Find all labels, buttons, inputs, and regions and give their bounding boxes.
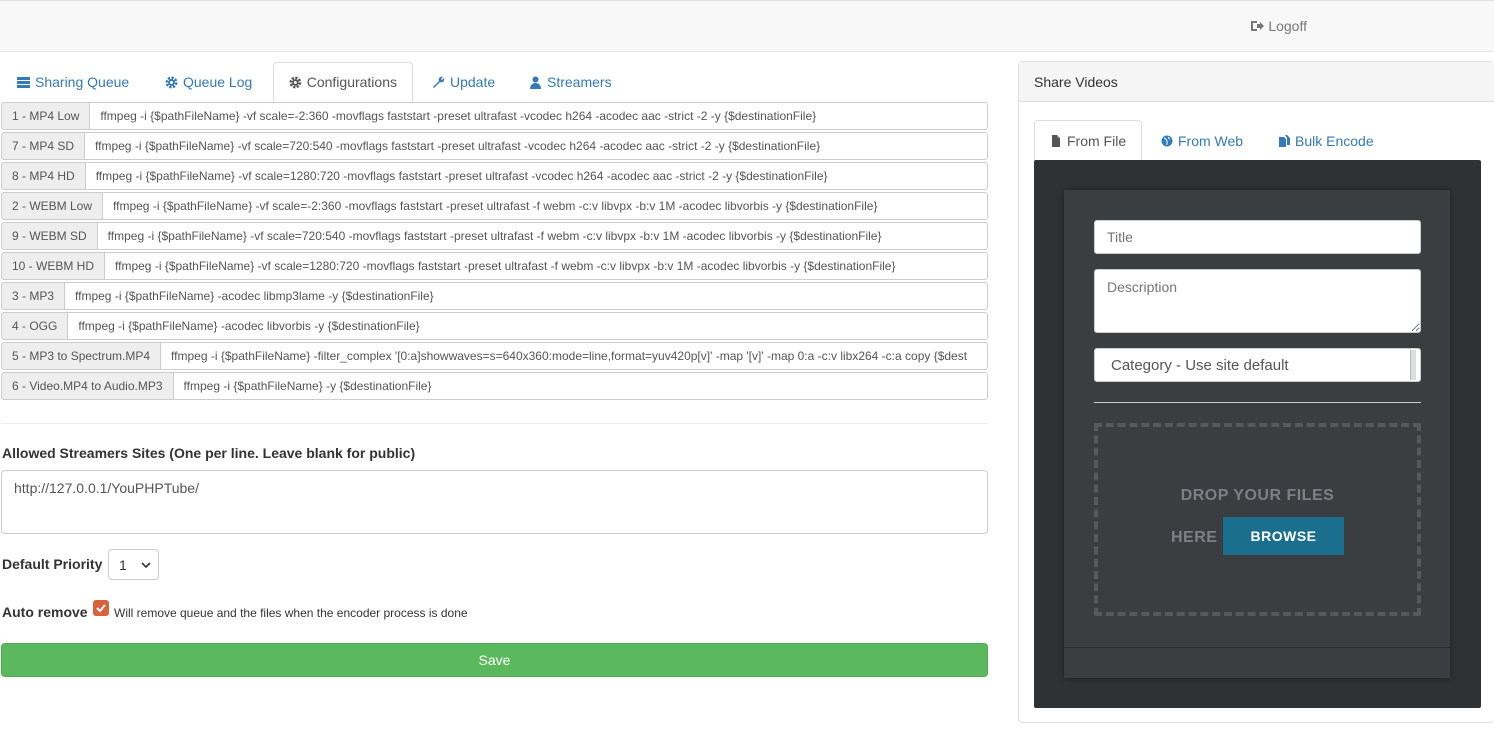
config-label: 10 - WEBM HD [2,253,105,279]
chevron-down-icon [141,560,151,570]
logoff-link[interactable]: Logoff [1250,18,1307,34]
tab-configurations[interactable]: Configurations [273,62,413,102]
config-label: 6 - Video.MP4 to Audio.MP3 [2,373,174,399]
wrench-icon [432,76,445,89]
tab-streamers[interactable]: Streamers [514,62,627,102]
config-command-input[interactable] [174,373,987,399]
config-row: 7 - MP4 SD [1,132,988,160]
top-navbar: Logoff [0,0,1494,52]
category-select[interactable]: Category - Use site default [1094,348,1421,382]
divider [1,423,988,424]
tab-label: From Web [1178,133,1243,149]
drop-text-here: HERE [1171,529,1217,547]
save-button[interactable]: Save [1,643,988,677]
config-command-input[interactable] [98,223,987,249]
divider [1094,402,1421,403]
list-icon [17,76,30,89]
config-row: 2 - WEBM Low [1,192,988,220]
config-command-input[interactable] [65,283,987,309]
auto-remove-checkbox[interactable] [93,600,109,616]
tab-from-web[interactable]: From Web [1146,120,1258,162]
drop-text: DROP YOUR FILES [1098,487,1417,505]
description-textarea[interactable] [1094,269,1421,333]
config-row: 4 - OGG [1,312,988,340]
tab-label: Queue Log [183,74,252,90]
config-row: 3 - MP3 [1,282,988,310]
config-list: 1 - MP4 Low 7 - MP4 SD 8 - MP4 HD 2 - WE… [1,102,988,402]
config-command-input[interactable] [161,343,987,369]
sign-out-icon [1250,19,1264,33]
streamers-sites-textarea[interactable]: http://127.0.0.1/YouPHPTube/ [1,470,988,534]
default-priority-select[interactable]: 1 [108,549,159,580]
gear-icon [165,76,178,89]
tab-update[interactable]: Update [417,62,510,102]
config-label: 1 - MP4 Low [2,103,90,129]
check-icon [95,602,107,614]
config-row: 6 - Video.MP4 to Audio.MP3 [1,372,988,400]
config-command-input[interactable] [90,103,987,129]
config-row: 1 - MP4 Low [1,102,988,130]
file-dropzone[interactable]: DROP YOUR FILES HERE BROWSE [1094,423,1421,616]
priority-value: 1 [119,557,127,573]
config-label: 9 - WEBM SD [2,223,98,249]
config-command-input[interactable] [86,163,987,189]
tab-bulk-encode[interactable]: Bulk Encode [1263,120,1389,162]
upload-area: Category - Use site default DROP YOUR FI… [1034,160,1481,708]
files-icon [1278,135,1290,147]
auto-remove-description: Will remove queue and the files when the… [114,606,468,620]
share-videos-panel: Share Videos From File From Web Bulk Enc… [1018,61,1494,723]
gear-icon [289,76,302,89]
config-command-input[interactable] [85,133,987,159]
tab-label: Sharing Queue [35,74,129,90]
form-footer-divider [1064,647,1450,648]
config-command-input[interactable] [68,313,987,339]
config-command-input[interactable] [103,193,987,219]
logoff-label: Logoff [1268,18,1307,34]
category-value: Category - Use site default [1111,357,1289,374]
config-row: 10 - WEBM HD [1,252,988,280]
globe-icon [1161,135,1173,147]
config-row: 5 - MP3 to Spectrum.MP4 [1,342,988,370]
tab-label: Configurations [307,74,397,90]
auto-remove-label: Auto remove [2,604,88,620]
tab-label: Update [450,74,495,90]
browse-button[interactable]: BROWSE [1223,517,1344,555]
upload-form: Category - Use site default DROP YOUR FI… [1064,190,1450,678]
title-input[interactable] [1094,220,1421,254]
user-icon [529,76,542,89]
select-caret [1410,350,1416,380]
config-label: 5 - MP3 to Spectrum.MP4 [2,343,161,369]
tab-label: From File [1067,133,1126,149]
config-label: 2 - WEBM Low [2,193,103,219]
tab-sharing-queue[interactable]: Sharing Queue [2,62,144,102]
default-priority-label: Default Priority [2,556,102,572]
file-icon [1050,135,1062,147]
tab-queue-log[interactable]: Queue Log [150,62,267,102]
streamers-sites-label: Allowed Streamers Sites (One per line. L… [2,445,415,461]
config-label: 4 - OGG [2,313,68,339]
config-label: 3 - MP3 [2,283,65,309]
tab-label: Bulk Encode [1295,133,1374,149]
config-command-input[interactable] [105,253,987,279]
main-tabs: Sharing Queue Queue Log Configurations U… [0,62,988,102]
tab-from-file[interactable]: From File [1034,120,1142,162]
tab-label: Streamers [547,74,612,90]
config-row: 8 - MP4 HD [1,162,988,190]
config-row: 9 - WEBM SD [1,222,988,250]
config-label: 7 - MP4 SD [2,133,85,159]
config-label: 8 - MP4 HD [2,163,86,189]
panel-title: Share Videos [1019,62,1494,102]
